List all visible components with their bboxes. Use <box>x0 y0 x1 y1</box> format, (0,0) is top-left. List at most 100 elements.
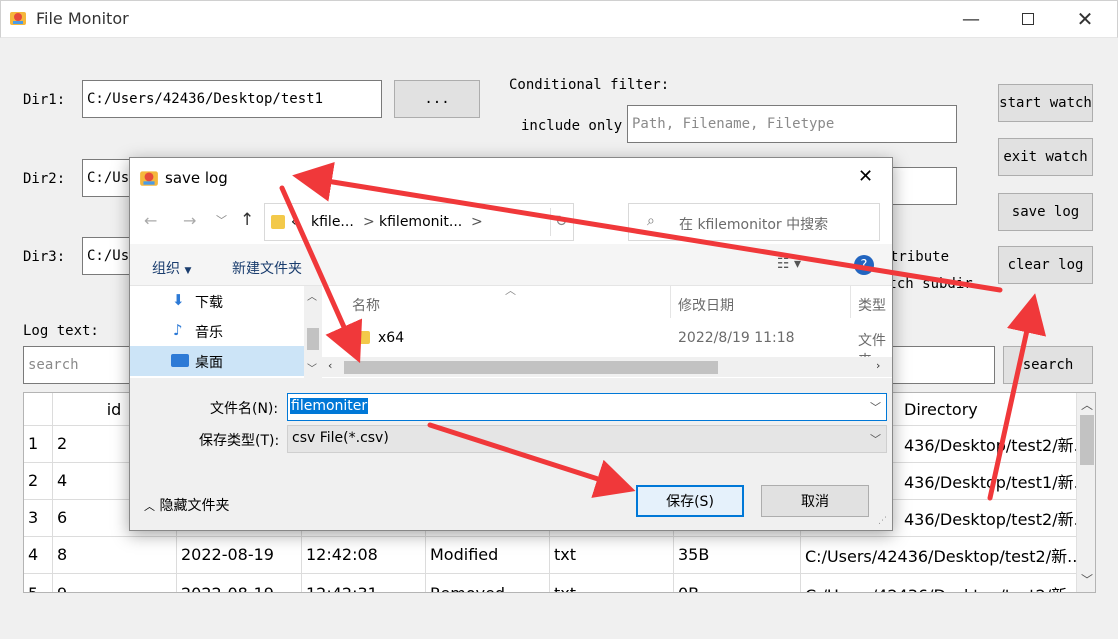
scroll-down-icon[interactable]: ﹀ <box>1081 571 1093 588</box>
organize-menu[interactable]: 组织 ▼ <box>152 258 191 278</box>
new-folder-button[interactable]: 新建文件夹 <box>232 258 302 278</box>
nav-item-label: 音乐 <box>195 325 223 341</box>
breadcrumb-separator: > <box>363 214 375 230</box>
cancel-button[interactable]: 取消 <box>761 485 869 517</box>
up-arrow-icon[interactable]: ↑ <box>240 210 254 230</box>
minimize-icon: — <box>962 8 980 30</box>
cell-size: 0B <box>674 575 799 592</box>
organize-label: 组织 <box>152 261 180 277</box>
close-button[interactable]: ✕ <box>1062 0 1108 38</box>
search-button[interactable]: search <box>1003 346 1093 384</box>
hide-folders-toggle[interactable]: ︿ 隐藏文件夹 <box>144 495 229 515</box>
search-icon: ⌕ <box>647 213 655 229</box>
dialog-toolbar: 组织 ▼ 新建文件夹 ☷ ▾ ? <box>130 244 892 286</box>
cell-id: 8 <box>57 545 68 564</box>
dialog-title: save log <box>165 169 228 187</box>
cell-id: 9 <box>53 575 175 592</box>
dir3-label: Dir3: <box>23 249 66 265</box>
filename-input[interactable]: filemoniter ﹀ <box>287 393 887 421</box>
dropdown-icon[interactable]: ﹀ <box>870 399 881 415</box>
nav-item-music[interactable]: ♪ 音乐 <box>130 316 304 346</box>
dialog-search-placeholder: 在 kfilemonitor 中搜索 <box>679 217 829 233</box>
desktop-icon <box>171 354 189 367</box>
save-button[interactable]: 保存(S) <box>636 485 744 517</box>
column-header-directory[interactable]: Directory <box>900 393 1070 425</box>
row-number: 3 <box>28 508 39 527</box>
scroll-thumb[interactable] <box>344 361 718 374</box>
help-icon[interactable]: ? <box>854 255 874 275</box>
cell-event: Removed <box>426 575 548 592</box>
dropdown-icon: ▼ <box>184 266 192 276</box>
column-header-type[interactable]: 类型 <box>858 295 886 315</box>
filetype-select[interactable]: csv File(*.csv) ﹀ <box>287 425 887 453</box>
cell-time: 12:42:31 <box>302 575 424 592</box>
sort-ascending-icon: ︿ <box>505 286 516 297</box>
hide-folders-label: 隐藏文件夹 <box>159 498 230 514</box>
exit-watch-button[interactable]: exit watch <box>998 138 1093 176</box>
cell-size: 35B <box>678 545 710 564</box>
clear-log-button[interactable]: clear log <box>998 246 1093 284</box>
save-log-dialog[interactable]: save log ✕ ← → ﹀ ↑ « kfile... > kfilemon… <box>129 157 893 531</box>
maximize-icon <box>1022 13 1034 25</box>
scroll-thumb[interactable] <box>307 328 319 350</box>
dialog-close-icon[interactable]: ✕ <box>858 166 873 187</box>
log-search-placeholder: search <box>28 357 79 373</box>
filetype-value: csv File(*.csv) <box>292 430 389 446</box>
forward-arrow-icon[interactable]: → <box>183 211 196 230</box>
scroll-thumb[interactable] <box>1080 415 1094 465</box>
app-icon <box>140 171 158 186</box>
save-log-button[interactable]: save log <box>998 193 1093 231</box>
navigation-pane[interactable]: ⬇ 下载 ♪ 音乐 桌面 ︿ ﹀ <box>130 286 322 378</box>
include-only-input[interactable]: Path, Filename, Filetype <box>627 105 957 143</box>
nav-item-label: 桌面 <box>195 355 223 371</box>
row-number: 1 <box>28 434 39 453</box>
include-only-label: include only <box>521 118 623 134</box>
address-bar[interactable]: « kfile... > kfilemonit... > ↻ <box>264 203 574 241</box>
scroll-up-icon[interactable]: ︿ <box>1081 396 1093 413</box>
dialog-navigation-bar: ← → ﹀ ↑ « kfile... > kfilemonit... > ↻ ⌕… <box>130 198 892 244</box>
row-number: 4 <box>28 545 39 564</box>
back-arrow-icon[interactable]: ← <box>144 211 157 230</box>
cell-directory: 436/Desktop/test2/新... <box>904 435 1076 455</box>
column-header-modified[interactable]: 修改日期 <box>678 295 734 315</box>
app-icon <box>10 12 26 25</box>
filename-label: 文件名(N): <box>210 401 279 417</box>
music-icon: ♪ <box>173 321 183 339</box>
view-options-icon[interactable]: ☷ ▾ <box>777 256 801 272</box>
breadcrumb-prefix: « <box>291 214 300 230</box>
dropdown-icon[interactable]: ﹀ <box>870 431 881 447</box>
dir2-label: Dir2: <box>23 171 66 187</box>
nav-item-desktop[interactable]: 桌面 <box>130 346 304 376</box>
refresh-icon[interactable]: ↻ <box>555 212 568 230</box>
nav-pane-scrollbar[interactable]: ︿ ﹀ <box>304 286 322 378</box>
dialog-search-input[interactable]: ⌕ 在 kfilemonitor 中搜索 <box>628 203 880 241</box>
nav-item-label: 下载 <box>195 295 223 311</box>
maximize-button[interactable] <box>1005 0 1051 38</box>
cell-date: 2022-08-19 <box>177 575 300 592</box>
file-row[interactable]: x64 2022/8/19 11:18 文件夹 <box>322 326 892 369</box>
dir1-input[interactable]: C:/Users/42436/Desktop/test1 <box>82 80 382 118</box>
cell-directory: 436/Desktop/test2/新... <box>904 509 1076 529</box>
table-scrollbar[interactable]: ︿ ﹀ <box>1076 393 1095 592</box>
start-watch-button[interactable]: start watch <box>998 84 1093 122</box>
browse-button[interactable]: ... <box>394 80 480 118</box>
scroll-right-icon[interactable]: › <box>876 359 880 372</box>
resize-grip-icon[interactable]: ⋰ <box>878 516 887 526</box>
scroll-down-icon[interactable]: ﹀ <box>307 360 317 375</box>
minimize-button[interactable]: — <box>948 0 994 38</box>
chevron-up-icon: ︿ <box>144 500 155 513</box>
breadcrumb-item-1[interactable]: kfile... <box>311 214 354 230</box>
cell-date: 2022-08-19 <box>181 545 274 564</box>
recent-dropdown-icon[interactable]: ﹀ <box>216 212 227 228</box>
cell-directory: 436/Desktop/test1/新... <box>904 472 1076 492</box>
breadcrumb-item-2[interactable]: kfilemonit... <box>379 214 462 230</box>
horizontal-scrollbar[interactable]: ‹ › <box>322 357 892 377</box>
file-list[interactable]: ︿ 名称 修改日期 类型 x64 2022/8/19 11:18 文件夹 ‹ › <box>322 286 892 378</box>
breadcrumb-separator: > <box>471 214 483 230</box>
nav-item-downloads[interactable]: ⬇ 下载 <box>130 286 304 316</box>
scroll-up-icon[interactable]: ︿ <box>307 288 317 303</box>
folder-icon <box>271 215 285 229</box>
scroll-left-icon[interactable]: ‹ <box>328 359 332 372</box>
column-header-name[interactable]: 名称 <box>352 295 380 315</box>
dialog-title-bar: save log ✕ <box>130 158 892 198</box>
